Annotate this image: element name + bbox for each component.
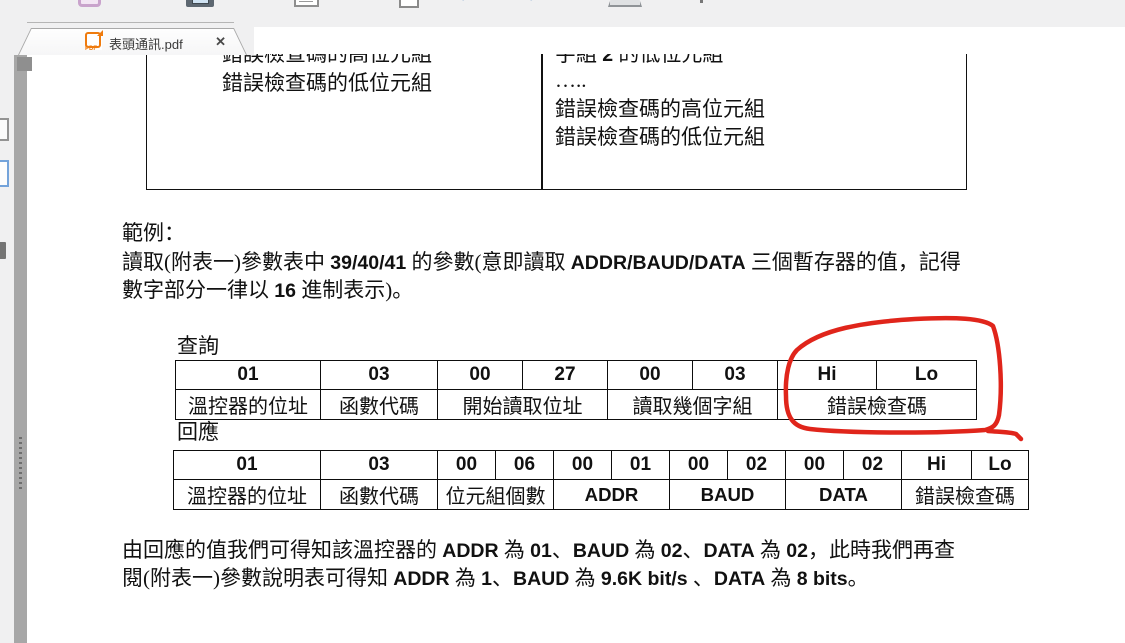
sidebar-panel-icon-active[interactable]: [0, 160, 9, 187]
save-icon[interactable]: [78, 0, 101, 7]
table-cell: 溫控器的位址: [174, 480, 321, 509]
tab-title: 表頭通訊.pdf: [109, 34, 183, 53]
upper-table-divider: [541, 54, 543, 189]
response-label: 回應: [177, 420, 219, 444]
table-cell: 27: [523, 361, 608, 390]
example-text-line: 讀取(附表一)參數表中 39/40/41 的參數(意即讀取 ADDR/BAUD/…: [122, 250, 961, 274]
table-cell: Lo: [877, 361, 976, 390]
print-icon[interactable]: [186, 0, 214, 7]
table-cell: 02: [844, 451, 902, 480]
export-document-icon[interactable]: [294, 0, 319, 7]
table-cell: 開始讀取位址: [438, 390, 608, 419]
response-table: 01 03 00 06 00 01 00 02 00 02 Hi Lo 溫控器的…: [173, 450, 1029, 510]
conclusion-text-line: 由回應的值我們可得知該溫控器的 ADDR 為 01、BAUD 為 02、DATA…: [122, 538, 955, 562]
undo-icon[interactable]: ↶: [458, 0, 476, 9]
upper-table-text: 錯誤檢查碼的高位元組: [222, 54, 432, 66]
document-tab[interactable]: PDF 表頭通訊.pdf ✕: [18, 28, 247, 55]
sidebar-comment-icon[interactable]: [0, 242, 6, 259]
stamp-icon[interactable]: [608, 0, 642, 7]
redo-icon[interactable]: ↷: [518, 0, 536, 9]
document-viewport: 錯誤檢查碼的高位元組 錯誤檢查碼的低位元組 字組 2 的低位元組 ….. 錯誤檢…: [27, 54, 1125, 643]
upper-table-text: …..: [555, 68, 587, 92]
table-cell: 00: [608, 361, 693, 390]
example-heading: 範例：: [122, 221, 185, 245]
table-cell: 位元組個數: [438, 480, 554, 509]
table-cell: 01: [612, 451, 670, 480]
table-cell: 00: [554, 451, 612, 480]
table-cell: 函數代碼: [321, 390, 438, 419]
table-cell: 00: [670, 451, 728, 480]
pdf-file-icon: PDF: [85, 32, 102, 50]
panel-collapse-button[interactable]: [17, 57, 32, 71]
table-cell: 03: [321, 361, 438, 390]
table-cell: 02: [728, 451, 786, 480]
table-cell: 錯誤檢查碼: [902, 480, 1028, 509]
table-cell: ADDR: [554, 480, 670, 509]
panel-resize-grip[interactable]: [19, 437, 22, 491]
panel-divider-strip: [14, 55, 27, 643]
sidebar-panel-icon[interactable]: [0, 118, 9, 141]
table-cell: Lo: [972, 451, 1028, 480]
table-cell: 01: [174, 451, 321, 480]
table-cell: 讀取幾個字組: [608, 390, 778, 419]
overflow-dot-icon: [700, 0, 703, 3]
conclusion-text-line: 閱(附表一)參數說明表可得知 ADDR 為 1、BAUD 為 9.6K bit/…: [122, 566, 869, 590]
table-cell: 03: [693, 361, 778, 390]
upper-table-text: 錯誤檢查碼的高位元組: [555, 97, 765, 121]
table-cell: DATA: [786, 480, 902, 509]
upper-table-text: 錯誤檢查碼的低位元組: [222, 71, 432, 95]
table-cell: 01: [176, 361, 321, 390]
blank-page-icon[interactable]: [399, 0, 419, 8]
table-cell: 錯誤檢查碼: [778, 390, 976, 419]
table-cell: 溫控器的位址: [176, 390, 321, 419]
table-cell: 03: [321, 451, 438, 480]
tab-close-icon[interactable]: ✕: [215, 34, 226, 50]
query-table: 01 03 00 27 00 03 Hi Lo 溫控器的位址 函數代碼 開始讀取…: [175, 360, 977, 420]
table-cell: 00: [438, 451, 496, 480]
upper-table-text: 錯誤檢查碼的低位元組: [555, 125, 765, 149]
pdf-viewer-window: 錯誤檢查碼的高位元組 錯誤檢查碼的低位元組 字組 2 的低位元組 ….. 錯誤檢…: [0, 0, 1125, 643]
table-cell: 函數代碼: [321, 480, 438, 509]
example-text-line: 數字部分一律以 16 進制表示)。: [122, 278, 413, 302]
query-label: 查詢: [177, 334, 219, 358]
table-cell: BAUD: [670, 480, 786, 509]
table-cell: 00: [786, 451, 844, 480]
upper-table-text: 字組 2 的低位元組: [555, 54, 723, 66]
tabbar-top-line: [27, 22, 234, 23]
table-cell: Hi: [902, 451, 972, 480]
table-cell: 00: [438, 361, 523, 390]
table-cell: Hi: [778, 361, 877, 390]
table-cell: 06: [496, 451, 554, 480]
